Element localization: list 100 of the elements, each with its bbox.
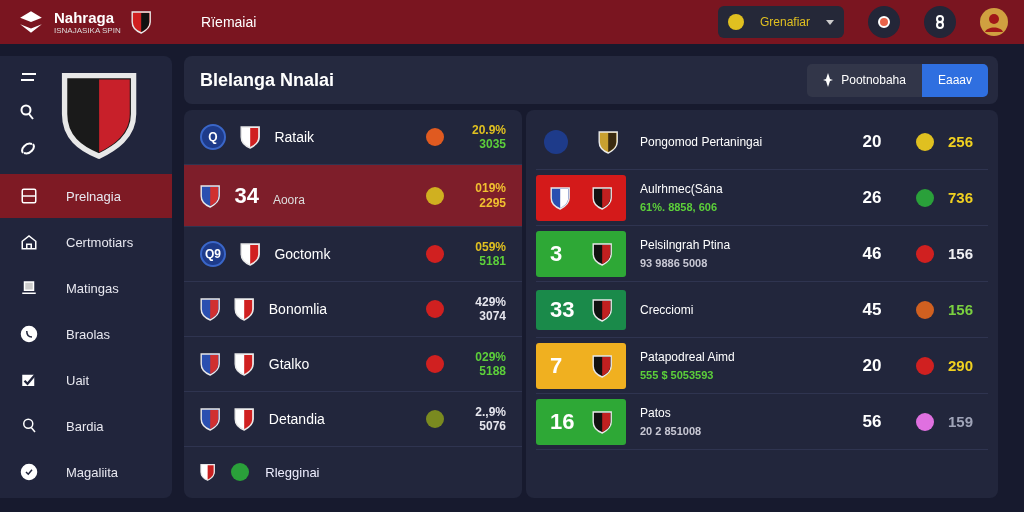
sidebar-item[interactable]: Prelnagia bbox=[0, 174, 172, 218]
team-stats: 555 $ 5053593 bbox=[640, 369, 715, 381]
team-crest-icon bbox=[234, 407, 255, 431]
search-icon[interactable] bbox=[20, 104, 34, 120]
team-crest-icon bbox=[591, 185, 612, 210]
team-crest-icon bbox=[591, 241, 612, 266]
team-crest-icon bbox=[234, 297, 255, 321]
team-stats: 20 2 851008 bbox=[640, 425, 703, 437]
stat-value: 029% bbox=[475, 349, 506, 364]
sidebar-item[interactable]: Bardia bbox=[0, 404, 172, 448]
team-crest-icon bbox=[200, 183, 221, 208]
team-crest-icon bbox=[591, 409, 612, 434]
team-crest-icon bbox=[200, 463, 216, 481]
logo-icon bbox=[18, 9, 44, 35]
rank-tile: 7 bbox=[536, 342, 626, 389]
user-button[interactable] bbox=[924, 6, 956, 38]
value: 156 bbox=[948, 301, 975, 318]
sidebar-item[interactable]: Braolas bbox=[0, 312, 172, 356]
value: 290 bbox=[948, 357, 975, 374]
team-name: Detandia bbox=[268, 411, 326, 427]
stat-value: 3035 bbox=[479, 137, 506, 152]
team-crest-icon bbox=[597, 129, 618, 154]
page-title: Rïemaiai bbox=[201, 14, 258, 30]
standing-row[interactable]: 33 Crecciomi 45 156 bbox=[536, 282, 988, 338]
standing-row[interactable]: Pongomod Pertaningai 20 256 bbox=[536, 114, 988, 170]
sidebar-item[interactable]: Matingas bbox=[0, 266, 172, 310]
sidebar-item[interactable]: Magaliita bbox=[0, 450, 172, 494]
match-row[interactable]: Detandia 2.,9% 5076 bbox=[184, 392, 522, 447]
menu-icon[interactable] bbox=[20, 72, 38, 84]
team-name: Patos bbox=[640, 406, 672, 420]
stat-value: 059% bbox=[475, 239, 506, 254]
team-stats: 93 9886 5008 bbox=[640, 257, 709, 269]
league-select[interactable]: Grenafiar bbox=[717, 6, 844, 38]
rank-tile: 33 bbox=[536, 289, 626, 330]
check-icon bbox=[20, 371, 38, 389]
match-row[interactable]: Gtalko 029% 5188 bbox=[184, 337, 522, 392]
team-name: Aulrhmec(Sána bbox=[640, 182, 724, 196]
stat-value: 2295 bbox=[479, 195, 506, 210]
value: 159 bbox=[948, 413, 975, 430]
brand-name: Nahraga bbox=[54, 9, 115, 25]
team-crest-icon bbox=[240, 125, 261, 149]
team-crest-icon bbox=[591, 297, 612, 322]
primary-button[interactable]: Eaaav bbox=[921, 63, 988, 97]
link-icon[interactable] bbox=[20, 140, 36, 156]
stat-value: 20.9% bbox=[471, 122, 506, 137]
team-name: Pongomod Pertaningai bbox=[640, 134, 764, 149]
team-name: Rataik bbox=[274, 129, 316, 145]
value: 256 bbox=[948, 133, 975, 150]
standing-row[interactable]: 3 Pelsilngrah Ptina 93 9886 5008 46 156 bbox=[536, 226, 988, 282]
team-crest-icon bbox=[550, 185, 571, 210]
points: 20 bbox=[861, 131, 883, 152]
team-badge: Q9 bbox=[200, 241, 226, 267]
match-row[interactable]: 34 Aoora 019% 2295 bbox=[184, 165, 522, 227]
stat-value: 2.,9% bbox=[475, 404, 506, 419]
club-crest-icon bbox=[130, 10, 152, 34]
team-name: Goctomk bbox=[274, 246, 332, 262]
avatar-icon[interactable] bbox=[980, 8, 1008, 36]
sparkle-icon bbox=[823, 73, 834, 87]
caret-icon bbox=[826, 19, 834, 25]
team-badge: Q bbox=[200, 124, 226, 150]
panel-icon bbox=[20, 187, 38, 205]
team-name: Aoora bbox=[272, 192, 306, 207]
points: 26 bbox=[861, 187, 883, 208]
match-row[interactable]: Bonomlia 429% 3074 bbox=[184, 282, 522, 337]
points: 56 bbox=[861, 411, 883, 432]
team-crest-icon bbox=[200, 352, 221, 376]
standing-row[interactable]: Aulrhmec(Sána 61%. 8858, 606 26 736 bbox=[536, 170, 988, 226]
team-crest-icon bbox=[234, 352, 255, 376]
sidebar-item[interactable]: Certmotiars bbox=[0, 220, 172, 264]
team-crest-icon bbox=[591, 353, 612, 378]
team-crest-icon bbox=[200, 297, 221, 321]
secondary-button[interactable]: Pootnobaha bbox=[807, 63, 922, 97]
record-button[interactable] bbox=[868, 6, 900, 38]
points: 46 bbox=[861, 243, 883, 264]
value: 736 bbox=[948, 189, 975, 206]
match-row[interactable]: Q9 Goctomk 059% 5181 bbox=[184, 227, 522, 282]
stat-value: 5188 bbox=[479, 364, 506, 379]
panel-title: Blelanga Nnalai bbox=[200, 69, 335, 91]
stat-value: 5181 bbox=[479, 254, 506, 269]
team-crest-icon bbox=[200, 407, 221, 431]
team-stats: 61%. 8858, 606 bbox=[640, 201, 719, 213]
rank-tile: 16 bbox=[536, 398, 626, 445]
score: 34 bbox=[234, 182, 259, 209]
team-name: Crecciomi bbox=[640, 302, 695, 317]
team-badge-icon bbox=[544, 129, 568, 154]
standing-row[interactable]: 7 Patapodreal Aimd 555 $ 5053593 20 290 bbox=[536, 338, 988, 394]
stat-value: 429% bbox=[475, 294, 506, 309]
team-name: Gtalko bbox=[268, 356, 311, 372]
phone-icon bbox=[20, 325, 38, 343]
team-name: Bonomlia bbox=[268, 301, 329, 317]
rank-tile: 3 bbox=[536, 230, 626, 277]
points: 45 bbox=[861, 299, 883, 320]
stat-value: 019% bbox=[475, 181, 506, 196]
stat-value: 3074 bbox=[479, 309, 506, 324]
monitor-icon bbox=[20, 279, 38, 297]
sidebar-item[interactable]: Uait bbox=[0, 358, 172, 402]
home-icon bbox=[20, 233, 38, 251]
standing-row[interactable]: 16 Patos 20 2 851008 56 159 bbox=[536, 394, 988, 450]
brand-tagline: ISNAJASIKA SPIN bbox=[54, 26, 121, 35]
team-name: Pelsilngrah Ptina bbox=[640, 238, 732, 252]
